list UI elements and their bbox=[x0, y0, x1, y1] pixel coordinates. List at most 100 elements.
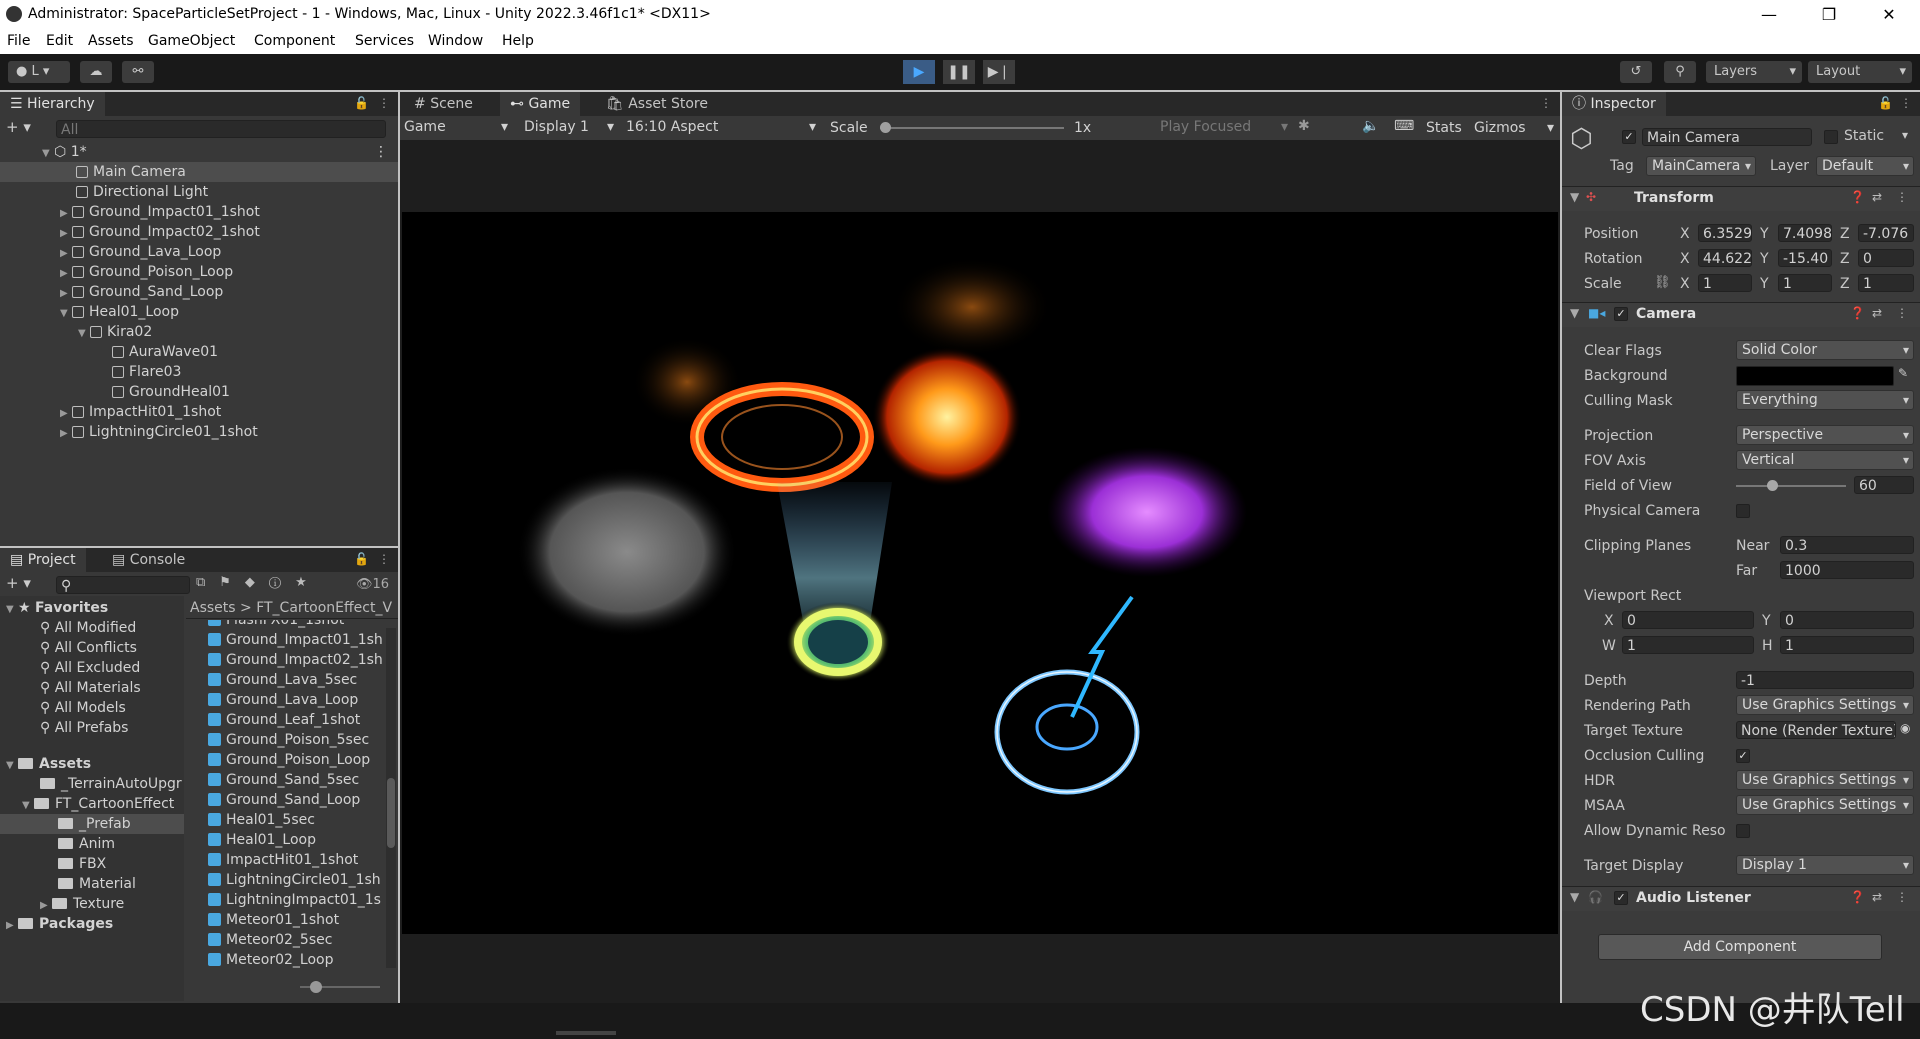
rotation-z-input[interactable]: 0 bbox=[1858, 249, 1914, 267]
audio-listener-header[interactable]: ▼ 🎧 ✓ Audio Listener ❓ ⇄ ⋮ bbox=[1562, 886, 1920, 911]
audio-listener-checkbox[interactable]: ✓ bbox=[1614, 891, 1628, 905]
file-item[interactable]: Ground_Poison_5sec bbox=[186, 730, 386, 750]
tab-console[interactable]: ▤ Console bbox=[102, 548, 195, 572]
folder-item[interactable]: _Prefab bbox=[0, 814, 184, 834]
file-item[interactable]: Heal01_5sec bbox=[186, 810, 386, 830]
camera-enabled-checkbox[interactable]: ✓ bbox=[1614, 307, 1628, 321]
favorites-header[interactable]: ▼ ★ Favorites bbox=[0, 598, 108, 618]
breadcrumb-assets[interactable]: Assets bbox=[190, 600, 236, 616]
hierarchy-item[interactable]: Main Camera bbox=[0, 162, 398, 182]
fov-slider[interactable] bbox=[1736, 480, 1846, 491]
project-search-input[interactable]: ⚲ bbox=[56, 576, 190, 594]
hierarchy-item[interactable]: GroundHeal01 bbox=[0, 382, 398, 402]
tab-project[interactable]: ▤ Project bbox=[0, 548, 86, 572]
fov-input[interactable]: 60 bbox=[1854, 476, 1914, 494]
position-y-input[interactable]: 7.4098 bbox=[1778, 224, 1832, 242]
scale-slider-thumb[interactable] bbox=[880, 122, 891, 133]
rotation-x-input[interactable]: 44.622 bbox=[1698, 249, 1752, 267]
folder-item[interactable]: ▶ Texture bbox=[40, 894, 124, 914]
file-item[interactable]: Ground_Sand_Loop bbox=[186, 790, 386, 810]
file-item[interactable]: Heal01_Loop bbox=[186, 830, 386, 850]
target-texture-field[interactable]: None (Render Texture) bbox=[1736, 721, 1896, 739]
more-icon[interactable]: ⋮ bbox=[378, 552, 390, 566]
tab-hierarchy[interactable]: ☰ Hierarchy bbox=[0, 92, 105, 116]
help-icon[interactable]: ❓ bbox=[1850, 190, 1865, 204]
mute-audio-icon[interactable]: 🔈 bbox=[1362, 118, 1379, 134]
folder-item[interactable]: Anim bbox=[58, 834, 115, 854]
component-menu-icon[interactable]: ⋮ bbox=[1896, 190, 1908, 204]
step-button[interactable]: ▶❘ bbox=[983, 60, 1015, 84]
hierarchy-search-input[interactable]: All bbox=[56, 120, 386, 138]
game-viewport[interactable] bbox=[402, 212, 1558, 934]
projection-dropdown[interactable]: Perspective bbox=[1736, 425, 1914, 445]
stats-button[interactable]: Stats bbox=[1426, 120, 1462, 136]
hierarchy-item[interactable]: ▶ LightningCircle01_1shot bbox=[0, 422, 398, 442]
viewport-w-input[interactable]: 1 bbox=[1622, 636, 1754, 654]
file-item[interactable]: Ground_Lava_5sec bbox=[186, 670, 386, 690]
add-component-button[interactable]: Add Component bbox=[1598, 934, 1882, 960]
hierarchy-item[interactable]: ▶ Ground_Sand_Loop bbox=[0, 282, 398, 302]
hierarchy-item[interactable]: Flare03 bbox=[0, 362, 398, 382]
tab-game[interactable]: ⊷ Game bbox=[500, 92, 581, 116]
fov-slider-thumb[interactable] bbox=[1767, 480, 1779, 491]
layout-dropdown[interactable]: Layout ▾ bbox=[1808, 61, 1912, 83]
bug-icon[interactable]: ✱ bbox=[1298, 118, 1310, 134]
filter-icons[interactable]: ⧉⚑◆ⓘ★ bbox=[196, 575, 321, 590]
menu-help[interactable]: Help bbox=[502, 33, 534, 49]
hierarchy-item[interactable]: ▶ Ground_Lava_Loop bbox=[0, 242, 398, 262]
culling-mask-dropdown[interactable]: Everything bbox=[1736, 390, 1914, 410]
favorite-item[interactable]: ⚲ All Modified bbox=[40, 618, 136, 638]
file-list-scrollbar[interactable] bbox=[386, 628, 396, 968]
file-item[interactable]: Ground_Impact02_1sh bbox=[186, 650, 386, 670]
camera-header[interactable]: ▼ ■◂ ✓ Camera ❓ ⇄ ⋮ bbox=[1562, 302, 1920, 327]
layer-dropdown[interactable]: Default bbox=[1816, 156, 1914, 176]
scene-more-icon[interactable]: ⋮ bbox=[374, 142, 388, 162]
hierarchy-item[interactable]: ▶ ImpactHit01_1shot bbox=[0, 402, 398, 422]
hierarchy-item[interactable]: Directional Light bbox=[0, 182, 398, 202]
folder-item[interactable]: _TerrainAutoUpgr bbox=[40, 774, 182, 794]
occlusion-culling-checkbox[interactable]: ✓ bbox=[1736, 749, 1750, 763]
view-mode-dropdown[interactable]: Game ▾ bbox=[404, 119, 512, 135]
search-icon[interactable]: ⚲ bbox=[1664, 61, 1696, 83]
hdr-dropdown[interactable]: Use Graphics Settings bbox=[1736, 770, 1914, 790]
menu-component[interactable]: Component bbox=[254, 33, 335, 49]
viewport-x-input[interactable]: 0 bbox=[1622, 611, 1754, 629]
aspect-dropdown[interactable]: 16:10 Aspect ▾ bbox=[626, 119, 816, 135]
hidden-count[interactable]: 👁16 bbox=[356, 577, 389, 592]
static-checkbox[interactable] bbox=[1824, 130, 1838, 144]
hierarchy-item[interactable]: ▼ Kira02 bbox=[0, 322, 398, 342]
depth-input[interactable]: -1 bbox=[1736, 671, 1914, 689]
background-color-field[interactable] bbox=[1736, 366, 1894, 386]
viewport-y-input[interactable]: 0 bbox=[1780, 611, 1914, 629]
component-menu-icon[interactable]: ⋮ bbox=[1896, 890, 1908, 904]
hierarchy-item[interactable]: ▶ Ground_Poison_Loop bbox=[0, 262, 398, 282]
more-icon[interactable]: ⋮ bbox=[1900, 96, 1912, 110]
assets-header[interactable]: ▼ Assets bbox=[0, 754, 91, 774]
play-button[interactable]: ▶ bbox=[903, 60, 935, 84]
shortcuts-icon[interactable]: ⌨ bbox=[1394, 118, 1414, 134]
create-button[interactable]: + ▾ bbox=[6, 118, 31, 136]
menu-services[interactable]: Services bbox=[355, 33, 414, 49]
hierarchy-item[interactable]: ▼ Heal01_Loop bbox=[0, 302, 398, 322]
file-item[interactable]: Ground_Poison_Loop bbox=[186, 750, 386, 770]
rotation-y-input[interactable]: -15.40 bbox=[1778, 249, 1832, 267]
layers-dropdown[interactable]: Layers ▾ bbox=[1706, 61, 1802, 83]
favorite-item[interactable]: ⚲ All Conflicts bbox=[40, 638, 137, 658]
folder-item[interactable]: FBX bbox=[58, 854, 106, 874]
pause-button[interactable]: ❚❚ bbox=[943, 60, 975, 84]
viewport-h-input[interactable]: 1 bbox=[1780, 636, 1914, 654]
component-menu-icon[interactable]: ⋮ bbox=[1896, 306, 1908, 320]
position-x-input[interactable]: 6.3529 bbox=[1698, 224, 1752, 242]
maximize-button[interactable]: ❐ bbox=[1806, 2, 1852, 28]
favorite-item[interactable]: ⚲ All Prefabs bbox=[40, 718, 128, 738]
cloud-icon[interactable]: ☁ bbox=[80, 61, 112, 83]
lock-icon[interactable]: 🔓 bbox=[354, 552, 369, 566]
file-item[interactable]: Ground_Leaf_1shot bbox=[186, 710, 386, 730]
file-item[interactable]: Meteor01_1shot bbox=[186, 910, 386, 930]
scale-x-input[interactable]: 1 bbox=[1698, 274, 1752, 292]
close-button[interactable]: ✕ bbox=[1866, 2, 1912, 28]
minimize-button[interactable]: — bbox=[1746, 2, 1792, 28]
hierarchy-item[interactable]: AuraWave01 bbox=[0, 342, 398, 362]
folder-item[interactable]: Material bbox=[58, 874, 136, 894]
history-icon[interactable]: ↺ bbox=[1620, 61, 1652, 83]
